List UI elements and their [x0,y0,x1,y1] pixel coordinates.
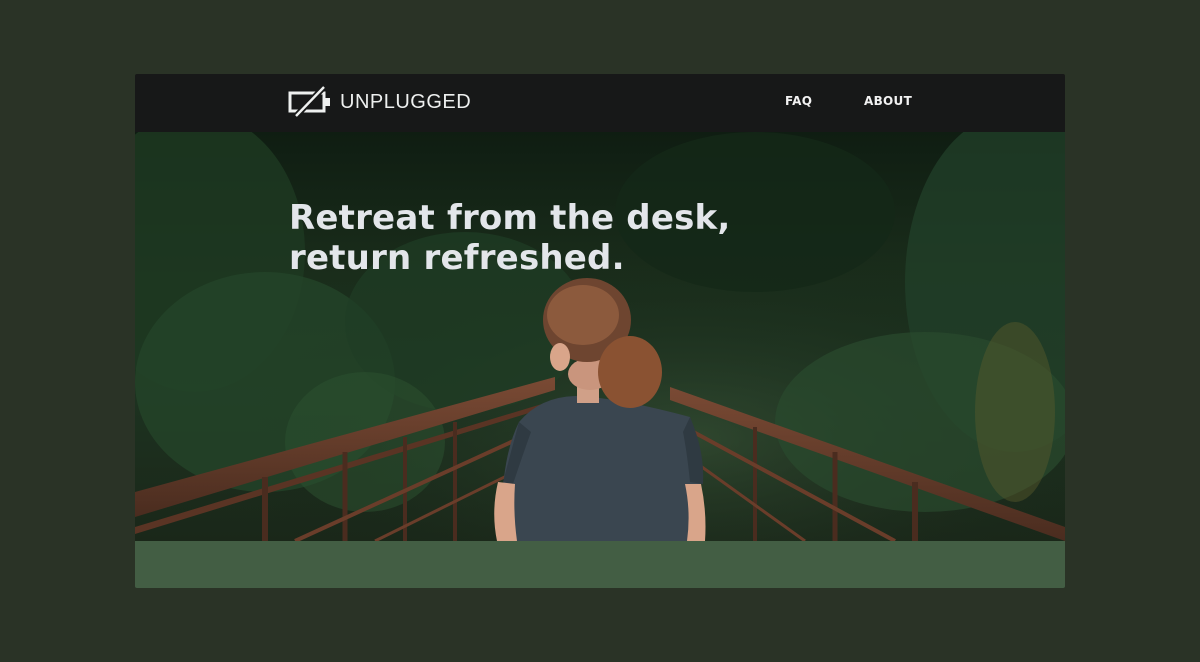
nav-link-about[interactable]: ABOUT [864,94,912,108]
brand-logo[interactable]: UNPLUGGED [288,84,471,120]
woman-on-forest-bridge-photo [135,132,1065,541]
footer-band [135,541,1065,588]
navbar: UNPLUGGED FAQ ABOUT [135,74,1065,132]
site-frame: UNPLUGGED FAQ ABOUT Retreat from the des… [135,74,1065,588]
unplugged-battery-icon [288,85,332,119]
hero-headline-line2: return refreshed. [289,238,625,278]
hero-section: Retreat from the desk, return refreshed. [135,132,1065,541]
nav-link-faq[interactable]: FAQ [785,94,812,108]
hero-headline: Retreat from the desk, return refreshed. [289,198,730,278]
hero-headline-line1: Retreat from the desk, [289,198,731,238]
brand-name: UNPLUGGED [340,90,472,113]
